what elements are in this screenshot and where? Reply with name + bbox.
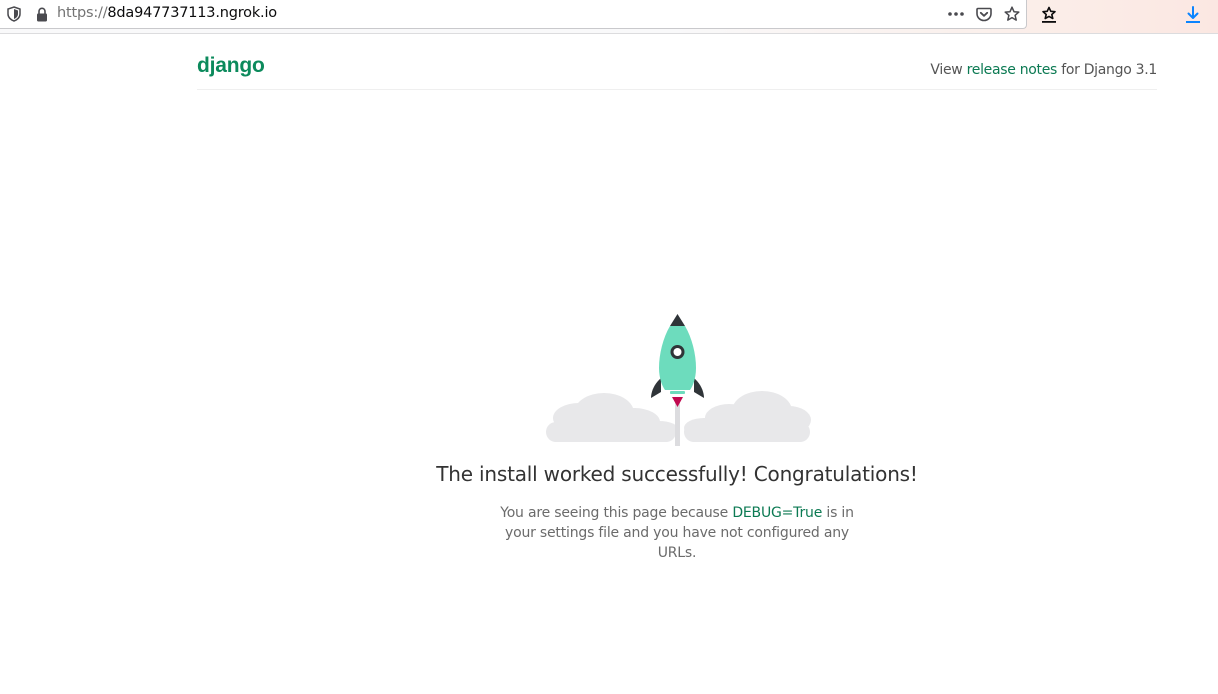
release-notes-text: View release notes for Django 3.1 (930, 62, 1157, 78)
address-bar[interactable]: https://8da947737113.ngrok.io (0, 0, 1027, 29)
url-host: 8da947737113.ngrok.io (107, 5, 277, 21)
rocket (651, 314, 704, 407)
debug-setting: DEBUG=True (732, 505, 823, 521)
django-logo[interactable]: django (197, 54, 265, 78)
release-notes-link[interactable]: release notes (967, 62, 1058, 78)
release-suffix: for Django 3.1 (1057, 62, 1157, 78)
download-icon[interactable] (1183, 5, 1203, 25)
bookmark-star-icon[interactable] (1003, 5, 1021, 23)
pocket-icon[interactable] (975, 5, 993, 23)
success-description: You are seeing this page because DEBUG=T… (490, 503, 864, 563)
lock-icon[interactable] (35, 6, 49, 22)
shield-icon[interactable] (6, 6, 22, 22)
success-heading: The install worked successfully! Congrat… (436, 462, 918, 486)
more-actions-icon[interactable] (946, 6, 966, 22)
release-prefix: View (930, 62, 967, 78)
page-header: django View release notes for Django 3.1 (197, 48, 1157, 90)
reading-list-icon[interactable] (1039, 5, 1059, 25)
url-scheme: https:// (57, 5, 108, 21)
rocket-illustration (544, 312, 812, 450)
browser-toolbar: https://8da947737113.ngrok.io (0, 0, 1218, 34)
description-prefix: You are seeing this page because (500, 505, 733, 521)
url-text[interactable]: https://8da947737113.ngrok.io (57, 5, 277, 21)
